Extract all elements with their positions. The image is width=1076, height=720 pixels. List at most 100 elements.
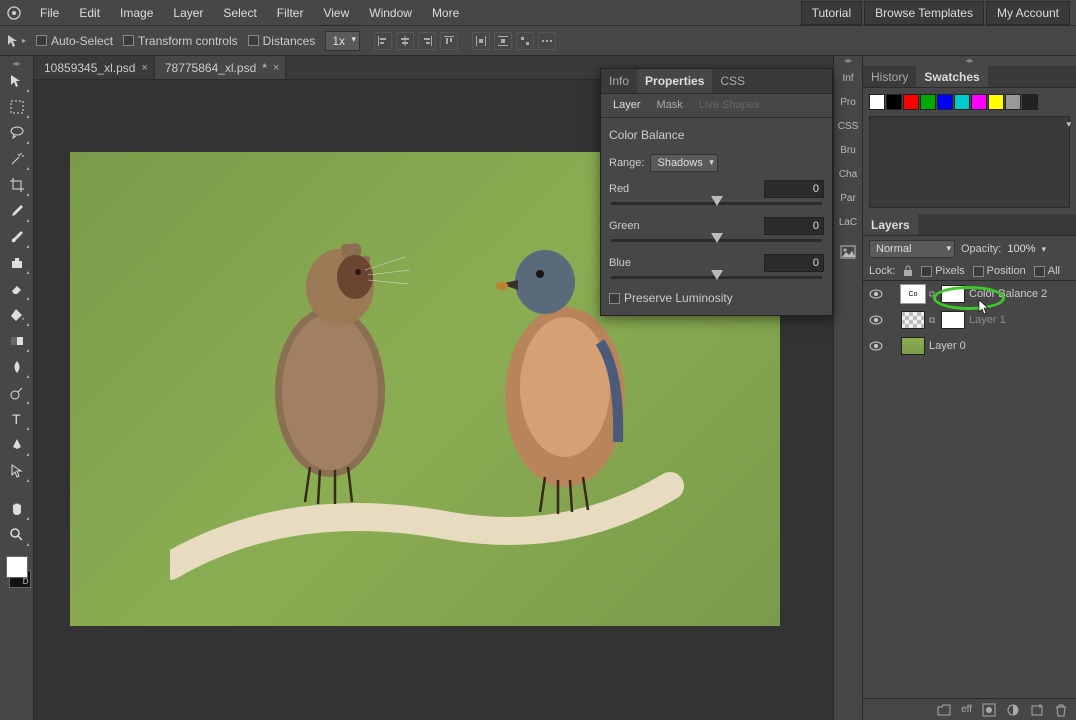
menu-edit[interactable]: Edit xyxy=(69,2,110,24)
eraser-tool[interactable] xyxy=(3,276,31,302)
swatch-dark[interactable] xyxy=(1022,94,1038,110)
swatch-yellow[interactable] xyxy=(988,94,1004,110)
fx-button[interactable]: eff xyxy=(961,704,972,715)
swatch-cyan[interactable] xyxy=(954,94,970,110)
close-tab-1-icon[interactable]: × xyxy=(141,62,147,74)
brush-tool[interactable] xyxy=(3,224,31,250)
layer-name[interactable]: Color Balance 2 xyxy=(969,288,1047,300)
move-tool[interactable] xyxy=(3,68,31,94)
menu-select[interactable]: Select xyxy=(213,2,266,24)
active-tool-icon[interactable]: ▸ xyxy=(6,31,26,51)
blue-slider-thumb[interactable] xyxy=(711,270,723,280)
app-logo[interactable] xyxy=(6,5,22,21)
green-slider[interactable] xyxy=(611,239,822,242)
opacity-value[interactable]: 100% xyxy=(1007,243,1035,255)
zoom-tool[interactable] xyxy=(3,522,31,548)
delete-layer-icon[interactable] xyxy=(1054,703,1068,717)
crop-tool[interactable] xyxy=(3,172,31,198)
link-icon[interactable]: ⧉ xyxy=(929,315,937,326)
strip-collapse-icon[interactable]: ◂▸ xyxy=(834,56,862,66)
blend-mode-select[interactable]: Normal xyxy=(869,240,955,258)
menu-filter[interactable]: Filter xyxy=(267,2,314,24)
close-tab-2-icon[interactable]: × xyxy=(273,62,279,74)
distribute-4-icon[interactable] xyxy=(538,32,556,50)
strip-paragraph[interactable]: Par xyxy=(834,186,862,210)
range-select[interactable]: Shadows xyxy=(650,154,717,172)
align-top-icon[interactable] xyxy=(440,32,458,50)
layer-row-color-balance[interactable]: Co ⧉ Color Balance 2 xyxy=(863,281,1076,307)
red-value-input[interactable]: 0 xyxy=(764,180,824,198)
layer-subtab[interactable]: Layer xyxy=(605,94,649,117)
strip-info[interactable]: Inf xyxy=(834,66,862,90)
layer-row-layer0[interactable]: Layer 0 xyxy=(863,333,1076,359)
hand-tool[interactable] xyxy=(3,496,31,522)
align-center-h-icon[interactable] xyxy=(396,32,414,50)
menu-tutorial[interactable]: Tutorial xyxy=(801,1,863,25)
link-icon[interactable]: ⧉ xyxy=(929,289,937,300)
red-slider-thumb[interactable] xyxy=(711,196,723,206)
pen-tool[interactable] xyxy=(3,432,31,458)
document-tab-2[interactable]: 78775864_xl.psd*× xyxy=(155,56,287,79)
mask-thumb[interactable] xyxy=(941,311,965,329)
visibility-icon[interactable] xyxy=(869,288,883,300)
mask-button-icon[interactable] xyxy=(982,703,996,717)
folder-icon[interactable] xyxy=(937,703,951,717)
distribute-1-icon[interactable] xyxy=(472,32,490,50)
distribute-2-icon[interactable] xyxy=(494,32,512,50)
eyedropper-tool[interactable] xyxy=(3,198,31,224)
css-tab[interactable]: CSS xyxy=(712,69,753,93)
lock-all-checkbox[interactable]: All xyxy=(1034,265,1060,277)
layers-panel-title[interactable]: Layers xyxy=(863,214,918,235)
strip-layer-comps[interactable]: LaC xyxy=(834,210,862,234)
menu-window[interactable]: Window xyxy=(359,2,422,24)
history-tab[interactable]: History xyxy=(863,66,916,87)
swatch-red[interactable] xyxy=(903,94,919,110)
red-slider[interactable] xyxy=(611,202,822,205)
dodge-tool[interactable] xyxy=(3,380,31,406)
green-slider-thumb[interactable] xyxy=(711,233,723,243)
lock-position-checkbox[interactable]: Position xyxy=(973,265,1026,277)
swatches-dropdown-icon[interactable]: ▾ xyxy=(1066,119,1071,130)
adjustment-button-icon[interactable] xyxy=(1006,703,1020,717)
wand-tool[interactable] xyxy=(3,146,31,172)
document-tab-1[interactable]: 10859345_xl.psd× xyxy=(34,56,155,79)
properties-tab[interactable]: Properties xyxy=(637,69,712,93)
adjustment-thumb[interactable]: Co xyxy=(901,285,925,303)
swatch-black[interactable] xyxy=(886,94,902,110)
path-select-tool[interactable] xyxy=(3,458,31,484)
strip-css[interactable]: CSS xyxy=(834,114,862,138)
foreground-color-swatch[interactable] xyxy=(6,556,28,578)
type-tool[interactable]: T xyxy=(3,406,31,432)
strip-brush[interactable]: Bru xyxy=(834,138,862,162)
align-left-icon[interactable] xyxy=(374,32,392,50)
gradient-tool[interactable] xyxy=(3,328,31,354)
preserve-luminosity-checkbox[interactable]: Preserve Luminosity xyxy=(609,291,824,305)
mask-subtab[interactable]: Mask xyxy=(649,94,691,117)
green-value-input[interactable]: 0 xyxy=(764,217,824,235)
blue-slider[interactable] xyxy=(611,276,822,279)
layer-thumb[interactable] xyxy=(901,337,925,355)
toolbar-collapse-icon[interactable]: ◂▸ xyxy=(0,58,33,68)
rect-select-tool[interactable] xyxy=(3,94,31,120)
right-panels-collapse-icon[interactable]: ◂▸ xyxy=(863,56,1076,66)
align-right-icon[interactable] xyxy=(418,32,436,50)
strip-character[interactable]: Cha xyxy=(834,162,862,186)
distances-checkbox[interactable]: Distances xyxy=(248,34,316,48)
lasso-tool[interactable] xyxy=(3,120,31,146)
blur-tool[interactable] xyxy=(3,354,31,380)
auto-select-checkbox[interactable]: Auto-Select xyxy=(36,34,113,48)
distribute-3-icon[interactable] xyxy=(516,32,534,50)
swatch-blue[interactable] xyxy=(937,94,953,110)
mask-thumb[interactable] xyxy=(941,285,965,303)
blue-value-input[interactable]: 0 xyxy=(764,254,824,272)
new-layer-icon[interactable] xyxy=(1030,703,1044,717)
transform-controls-checkbox[interactable]: Transform controls xyxy=(123,34,238,48)
layer-name[interactable]: Layer 0 xyxy=(929,340,966,352)
swatch-magenta[interactable] xyxy=(971,94,987,110)
visibility-icon[interactable] xyxy=(869,314,883,326)
layer-row-layer1[interactable]: ⧉ Layer 1 xyxy=(863,307,1076,333)
menu-my-account[interactable]: My Account xyxy=(986,1,1070,25)
opacity-dropdown-icon[interactable]: ▾ xyxy=(1042,244,1047,255)
swatch-white[interactable] xyxy=(869,94,885,110)
menu-view[interactable]: View xyxy=(313,2,359,24)
